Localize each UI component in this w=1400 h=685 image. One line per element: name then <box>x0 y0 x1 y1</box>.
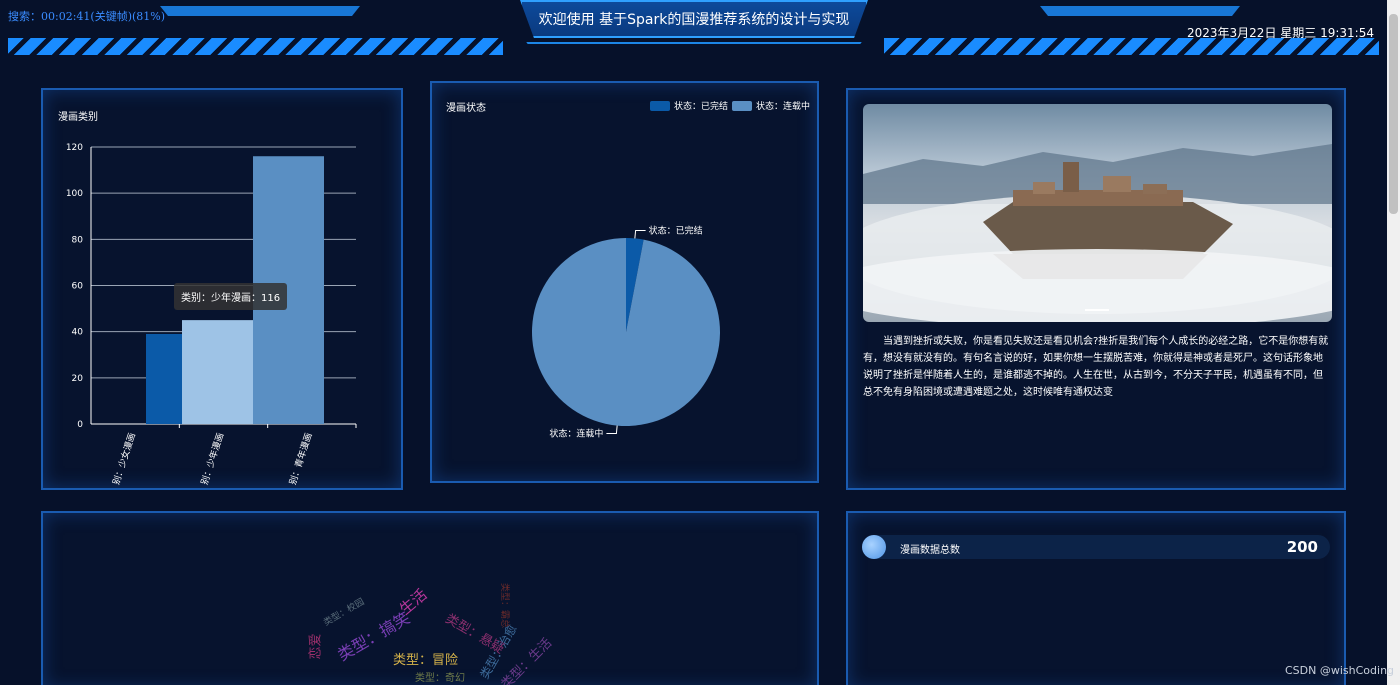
wordcloud-word: 类型：冒险 <box>393 653 459 668</box>
x-tick-label: 别：少女漫画 <box>110 431 138 486</box>
y-tick-label: 60 <box>72 282 84 292</box>
wordcloud-word: 类型：校园 <box>322 597 367 629</box>
wordcloud-panel: 类型：冒险 类型：搞笑 生活 类型：悬疑 类型：治愈 类型：生活 类型：奇幻 类… <box>41 511 819 685</box>
page-scrollbar[interactable] <box>1387 0 1400 685</box>
datetime: 2023年3月22日 星期三 19:31:54 <box>1187 26 1374 40</box>
wordcloud-word: 恋爱 <box>308 633 324 660</box>
header-stripe-left <box>8 38 503 55</box>
total-count-row: 漫画数据总数 200 <box>862 535 1330 559</box>
stat-bullet-icon <box>862 535 886 559</box>
pie-label: 状态：已完结 <box>649 224 703 236</box>
bar-tooltip: 类别：少年漫画：116 <box>174 283 288 310</box>
y-tick-label: 120 <box>66 143 83 153</box>
pie-slice <box>532 238 720 427</box>
pie-label-line <box>634 229 646 239</box>
castle-landscape-image <box>863 144 1332 322</box>
status-panel: 漫画状态 状态：已完结 状态：连载中 状态：已完结 状态：连载中 <box>430 81 819 483</box>
x-tick-label: 别：青年漫画 <box>287 431 315 486</box>
pie-label: 状态：连载中 <box>549 428 603 440</box>
watermark: CSDN @wishCoding <box>1285 664 1395 677</box>
stats-panel: 漫画数据总数 200 <box>846 511 1346 685</box>
y-tick-label: 20 <box>72 374 84 384</box>
intro-quote: 当遇到挫折或失败，你是看见失败还是看见机会?挫折是我们每个人成长的必经之路，它不… <box>863 336 1329 398</box>
y-tick-label: 100 <box>66 189 83 199</box>
status-pie-chart: 状态：已完结状态：连载中 <box>532 224 720 440</box>
header-accent-right <box>1040 6 1240 16</box>
y-tick-label: 80 <box>72 235 84 245</box>
total-count-value: 200 <box>1286 538 1318 556</box>
page-title: 欢迎使用 基于Spark的国漫推荐系统的设计与实现 <box>538 12 850 28</box>
image-carousel[interactable] <box>863 104 1332 322</box>
wordcloud-word: 类型：奇幻 <box>415 673 465 684</box>
header: 欢迎使用 基于Spark的国漫推荐系统的设计与实现 搜索：00:02:41(关键… <box>0 0 1400 62</box>
search-status: 搜索：00:02:41(关键帧)(81%) <box>8 10 166 23</box>
intro-panel: 当遇到挫折或失败，你是看见失败还是看见机会?挫折是我们每个人成长的必经之路，它不… <box>846 88 1346 490</box>
title-box: 欢迎使用 基于Spark的国漫推荐系统的设计与实现 <box>520 0 868 38</box>
carousel-indicator[interactable] <box>1085 309 1109 311</box>
bar <box>182 320 253 424</box>
category-panel: 漫画类别 0 20 40 60 80 100 120 别：少女漫画 别：少年漫画 别：青年漫画 类… <box>41 88 403 490</box>
total-count-label: 漫画数据总数 <box>900 545 960 556</box>
pie-label-line <box>606 425 618 435</box>
wordcloud-word: 类型：霸总 <box>499 582 510 629</box>
header-accent-left <box>160 6 360 16</box>
x-tick-label: 别：少年漫画 <box>198 431 226 486</box>
scrollbar-thumb[interactable] <box>1389 14 1398 214</box>
y-tick-label: 40 <box>72 328 84 338</box>
y-tick-label: 0 <box>77 420 83 430</box>
